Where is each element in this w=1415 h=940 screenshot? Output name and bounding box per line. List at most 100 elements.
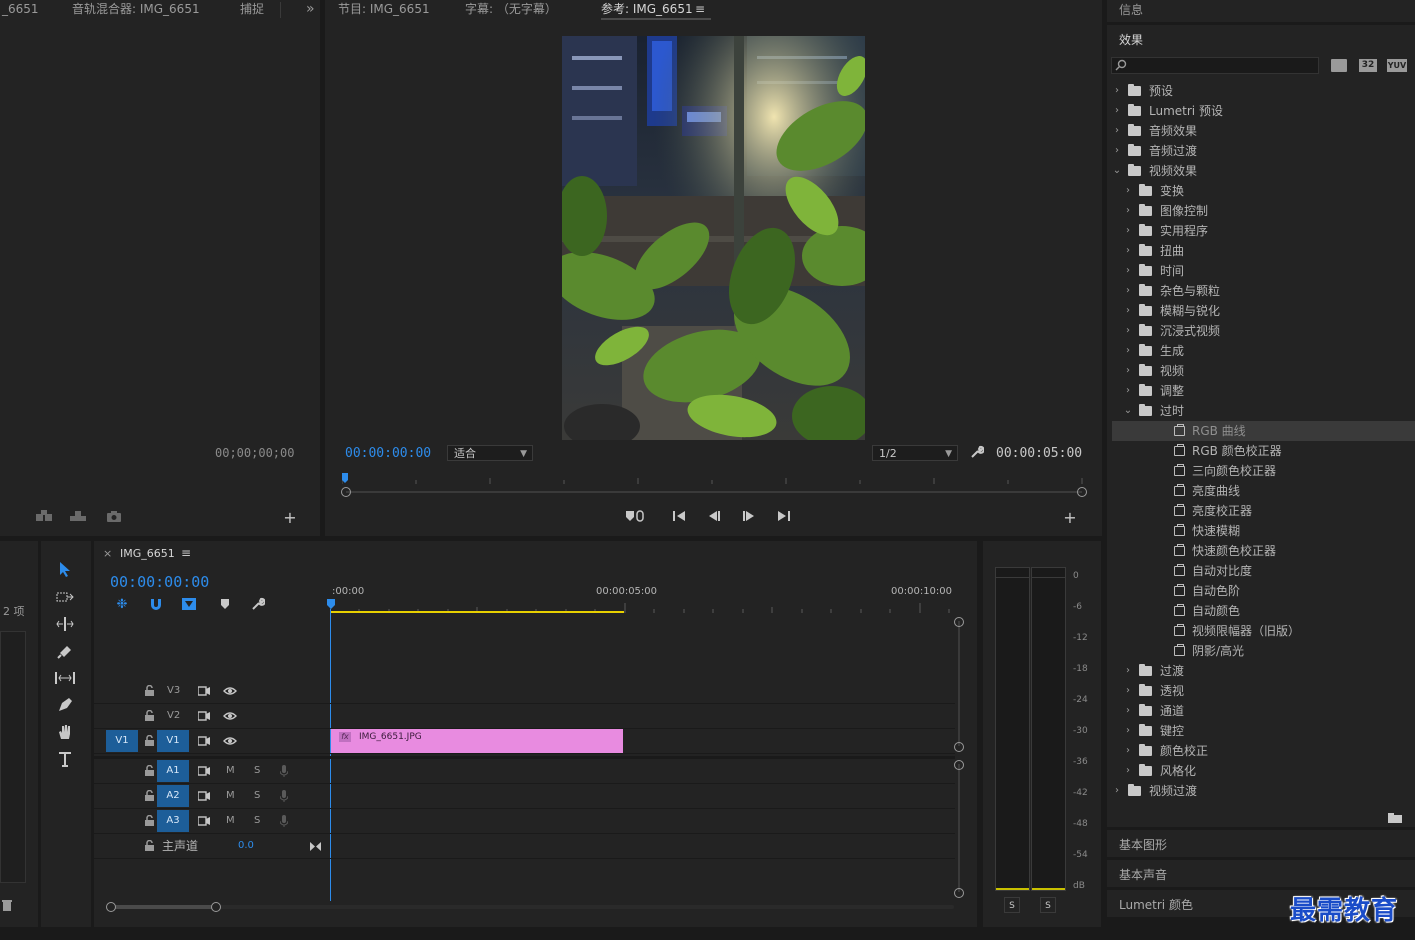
lock-icon[interactable]: [143, 839, 155, 851]
effects-tree-item[interactable]: › 键控: [1112, 721, 1415, 741]
sync-lock-icon[interactable]: [197, 685, 211, 697]
effects-tree-item[interactable]: › 颜色校正: [1112, 741, 1415, 761]
chevron-right-icon[interactable]: ›: [1123, 241, 1133, 261]
track-name[interactable]: V3: [167, 679, 180, 703]
effects-tree-item[interactable]: RGB 曲线: [1112, 421, 1415, 441]
effects-tree-item[interactable]: ⌄ 过时: [1112, 401, 1415, 421]
track-target[interactable]: A3: [157, 810, 189, 832]
tab-audio-mixer[interactable]: 音轨混合器: IMG_6651: [72, 0, 200, 20]
track-target-v1[interactable]: V1: [157, 730, 189, 752]
solo-button[interactable]: S: [254, 809, 260, 833]
effects-tree-item[interactable]: › 时间: [1112, 261, 1415, 281]
slip-tool-icon[interactable]: [51, 666, 79, 690]
effects-tree-item[interactable]: › 视频过渡: [1112, 781, 1415, 801]
sync-lock-icon[interactable]: [197, 710, 211, 722]
effects-tree-item[interactable]: › 沉浸式视频: [1112, 321, 1415, 341]
chevron-right-icon[interactable]: ›: [1123, 221, 1133, 241]
microphone-icon[interactable]: [278, 765, 290, 777]
nest-icon[interactable]: ❉: [114, 596, 130, 612]
effects-tree-item[interactable]: › 扭曲: [1112, 241, 1415, 261]
chevron-right-icon[interactable]: ›: [1123, 761, 1133, 781]
program-zoom-bar[interactable]: [341, 487, 1087, 497]
chevron-right-icon[interactable]: ›: [1123, 741, 1133, 761]
panel-menu-icon[interactable]: ≡: [695, 0, 705, 20]
microphone-icon[interactable]: [278, 815, 290, 827]
settings-wrench-icon[interactable]: [969, 444, 985, 460]
work-area-bar[interactable]: [330, 611, 624, 613]
effects-tree-item[interactable]: 自动色阶: [1112, 581, 1415, 601]
effects-tree-item[interactable]: › 调整: [1112, 381, 1415, 401]
add-button[interactable]: +: [1062, 508, 1078, 527]
solo-button[interactable]: S: [254, 759, 260, 783]
chevron-right-icon[interactable]: ›: [1123, 661, 1133, 681]
sync-lock-icon[interactable]: [197, 815, 211, 827]
effects-title[interactable]: 效果: [1119, 31, 1143, 48]
linked-selection-icon[interactable]: [181, 596, 197, 612]
type-tool-icon[interactable]: [51, 747, 79, 771]
source-patch-v1[interactable]: V1: [106, 730, 138, 752]
mute-button[interactable]: M: [226, 759, 235, 783]
program-current-time[interactable]: 00:00:00:00: [345, 446, 431, 461]
track-target[interactable]: A1: [157, 760, 189, 782]
sync-lock-icon[interactable]: [197, 790, 211, 802]
chevron-right-icon[interactable]: ›: [1112, 141, 1122, 161]
effects-tree-item[interactable]: › 通道: [1112, 701, 1415, 721]
lock-icon[interactable]: [143, 734, 155, 746]
new-folder-icon[interactable]: [1387, 811, 1403, 825]
snap-magnet-icon[interactable]: [148, 596, 164, 612]
camera-icon[interactable]: [105, 508, 123, 524]
selection-tool-icon[interactable]: [51, 557, 79, 581]
overwrite-icon[interactable]: [68, 508, 88, 524]
add-marker-icon[interactable]: [623, 508, 647, 524]
chevron-right-icon[interactable]: ›: [1123, 301, 1133, 321]
effects-tree-item[interactable]: 阴影/高光: [1112, 641, 1415, 661]
sync-lock-icon[interactable]: [197, 765, 211, 777]
chevron-right-icon[interactable]: ›: [1112, 81, 1122, 101]
chevron-right-icon[interactable]: ›: [1123, 181, 1133, 201]
timeline-zoom-scroll[interactable]: [106, 902, 954, 912]
essential-graphics-panel[interactable]: 基本图形: [1107, 830, 1415, 857]
go-to-next-icon[interactable]: [309, 840, 321, 852]
effects-tree-item[interactable]: 亮度曲线: [1112, 481, 1415, 501]
effects-tree-item[interactable]: › 音频效果: [1112, 121, 1415, 141]
timeline-settings-wrench-icon[interactable]: [250, 596, 266, 612]
effects-tree-item[interactable]: 自动颜色: [1112, 601, 1415, 621]
tab-overflow-button[interactable]: »: [306, 0, 315, 20]
insert-icon[interactable]: [34, 508, 54, 524]
chevron-right-icon[interactable]: ›: [1123, 341, 1133, 361]
effects-tree-item[interactable]: › 图像控制: [1112, 201, 1415, 221]
track-name[interactable]: V2: [167, 704, 180, 728]
go-to-out-icon[interactable]: [775, 508, 793, 524]
chevron-right-icon[interactable]: ›: [1123, 381, 1133, 401]
go-to-in-icon[interactable]: [670, 508, 688, 524]
chevron-down-icon[interactable]: ⌄: [1123, 401, 1133, 421]
essential-sound-panel[interactable]: 基本声音: [1107, 860, 1415, 887]
video-clip[interactable]: fx IMG_6651.JPG: [331, 729, 623, 753]
effects-tree-item[interactable]: › 视频: [1112, 361, 1415, 381]
eye-icon[interactable]: [222, 710, 238, 722]
fit-dropdown[interactable]: 适合 ▼: [447, 445, 533, 461]
effects-tree-item[interactable]: › 过渡: [1112, 661, 1415, 681]
effects-tree-item[interactable]: › Lumetri 预设: [1112, 101, 1415, 121]
effects-tree-item[interactable]: › 音频过渡: [1112, 141, 1415, 161]
chevron-right-icon[interactable]: ›: [1123, 361, 1133, 381]
lock-icon[interactable]: [143, 814, 155, 826]
chevron-right-icon[interactable]: ›: [1123, 261, 1133, 281]
chevron-right-icon[interactable]: ›: [1123, 701, 1133, 721]
effects-tree-item[interactable]: › 生成: [1112, 341, 1415, 361]
lock-icon[interactable]: [143, 789, 155, 801]
effects-tree-item[interactable]: › 预设: [1112, 81, 1415, 101]
vertical-scroll-audio[interactable]: [954, 760, 964, 898]
razor-tool-icon[interactable]: [51, 639, 79, 663]
timeline-close-button[interactable]: ×: [103, 547, 112, 560]
track-select-tool-icon[interactable]: [51, 585, 79, 609]
vertical-scroll-video[interactable]: [954, 617, 964, 752]
chevron-right-icon[interactable]: ›: [1123, 281, 1133, 301]
effects-tree-item[interactable]: › 变换: [1112, 181, 1415, 201]
lock-icon[interactable]: [143, 709, 155, 721]
effects-tree-item[interactable]: 自动对比度: [1112, 561, 1415, 581]
effects-tree-item[interactable]: › 风格化: [1112, 761, 1415, 781]
solo-button[interactable]: S: [254, 784, 260, 808]
chevron-right-icon[interactable]: ›: [1123, 321, 1133, 341]
pen-tool-icon[interactable]: [51, 693, 79, 717]
